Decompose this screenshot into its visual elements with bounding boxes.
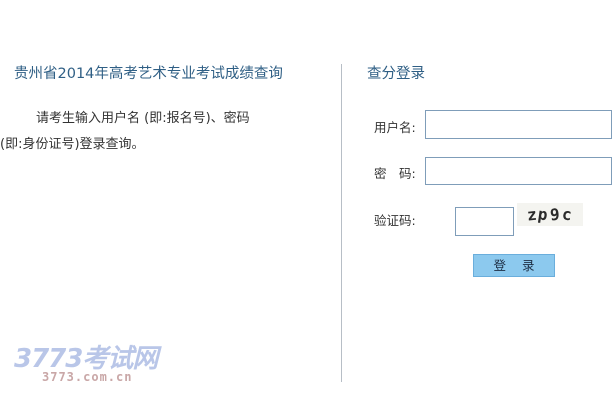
captcha-label: 验证码:	[374, 213, 416, 228]
captcha-char: c	[560, 204, 575, 225]
username-label: 用户名:	[374, 120, 416, 135]
password-input[interactable]	[425, 157, 612, 185]
captcha-image[interactable]: zp9c	[517, 203, 583, 226]
password-label: 密 码:	[374, 166, 416, 181]
watermark-site-url: 3773.com.cn	[42, 370, 133, 384]
captcha-input[interactable]	[455, 207, 514, 236]
instructions-text: 请考生输入用户名 (即:报名号)、密码 (即:身份证号)登录查询。	[0, 106, 320, 158]
vertical-divider	[341, 64, 342, 382]
username-input[interactable]	[425, 110, 612, 139]
login-title: 查分登录	[367, 66, 425, 82]
instructions-line-1: 请考生输入用户名 (即:报名号)、密码	[36, 111, 250, 126]
login-button[interactable]: 登 录	[473, 254, 555, 277]
instructions-line-2: (即:身份证号)登录查询。	[0, 137, 145, 152]
page-title: 贵州省2014年高考艺术专业考试成绩查询	[14, 66, 283, 82]
score-query-page: 贵州省2014年高考艺术专业考试成绩查询 请考生输入用户名 (即:报名号)、密码…	[0, 0, 615, 403]
site-watermark-logo: 3773考试网 3773.com.cn	[14, 338, 184, 388]
